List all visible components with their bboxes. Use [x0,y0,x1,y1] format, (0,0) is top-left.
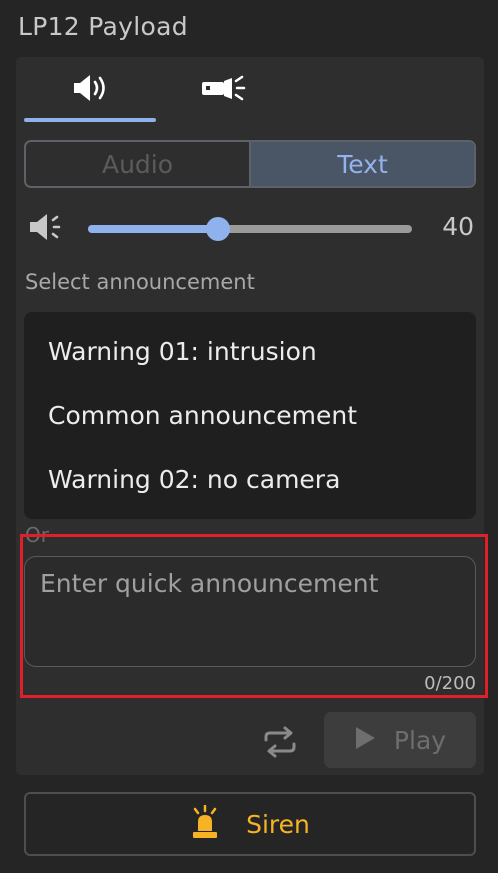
mode-toggle: Audio Text [24,140,476,188]
mode-audio-button[interactable]: Audio [26,142,249,186]
select-announcement-label: Select announcement [25,270,255,294]
active-tab-indicator [24,118,156,122]
window-title: LP12 Payload [18,12,188,41]
volume-icon [28,211,66,247]
volume-value: 40 [442,212,474,241]
repeat-icon[interactable] [262,726,298,762]
payload-panel: Audio Text 40 Select announcement Warnin… [16,57,484,775]
tab-spotlight[interactable] [157,57,289,123]
play-button[interactable]: Play [324,712,476,768]
speaker-icon [70,73,110,107]
siren-button[interactable]: Siren [24,792,476,856]
play-label: Play [393,725,447,755]
mode-text-button[interactable]: Text [249,142,474,186]
announcement-item-warning-01[interactable]: Warning 01: intrusion [48,337,317,366]
tab-speaker[interactable] [24,57,156,123]
siren-label: Siren [246,809,310,839]
or-label: Or [25,523,49,547]
volume-track-fill [88,225,218,233]
beacon-icon [190,804,220,843]
announcement-item-common[interactable]: Common announcement [48,401,357,430]
announcement-item-warning-02[interactable]: Warning 02: no camera [48,465,340,494]
volume-slider-thumb[interactable] [205,217,230,241]
play-icon [354,726,376,754]
announcement-list: Warning 01: intrusion Common announcemen… [24,312,476,519]
spotlight-icon [199,73,247,107]
quick-announcement-input[interactable]: Enter quick announcement [24,556,476,667]
character-counter: 0/200 [424,673,476,694]
volume-slider[interactable] [88,217,412,241]
